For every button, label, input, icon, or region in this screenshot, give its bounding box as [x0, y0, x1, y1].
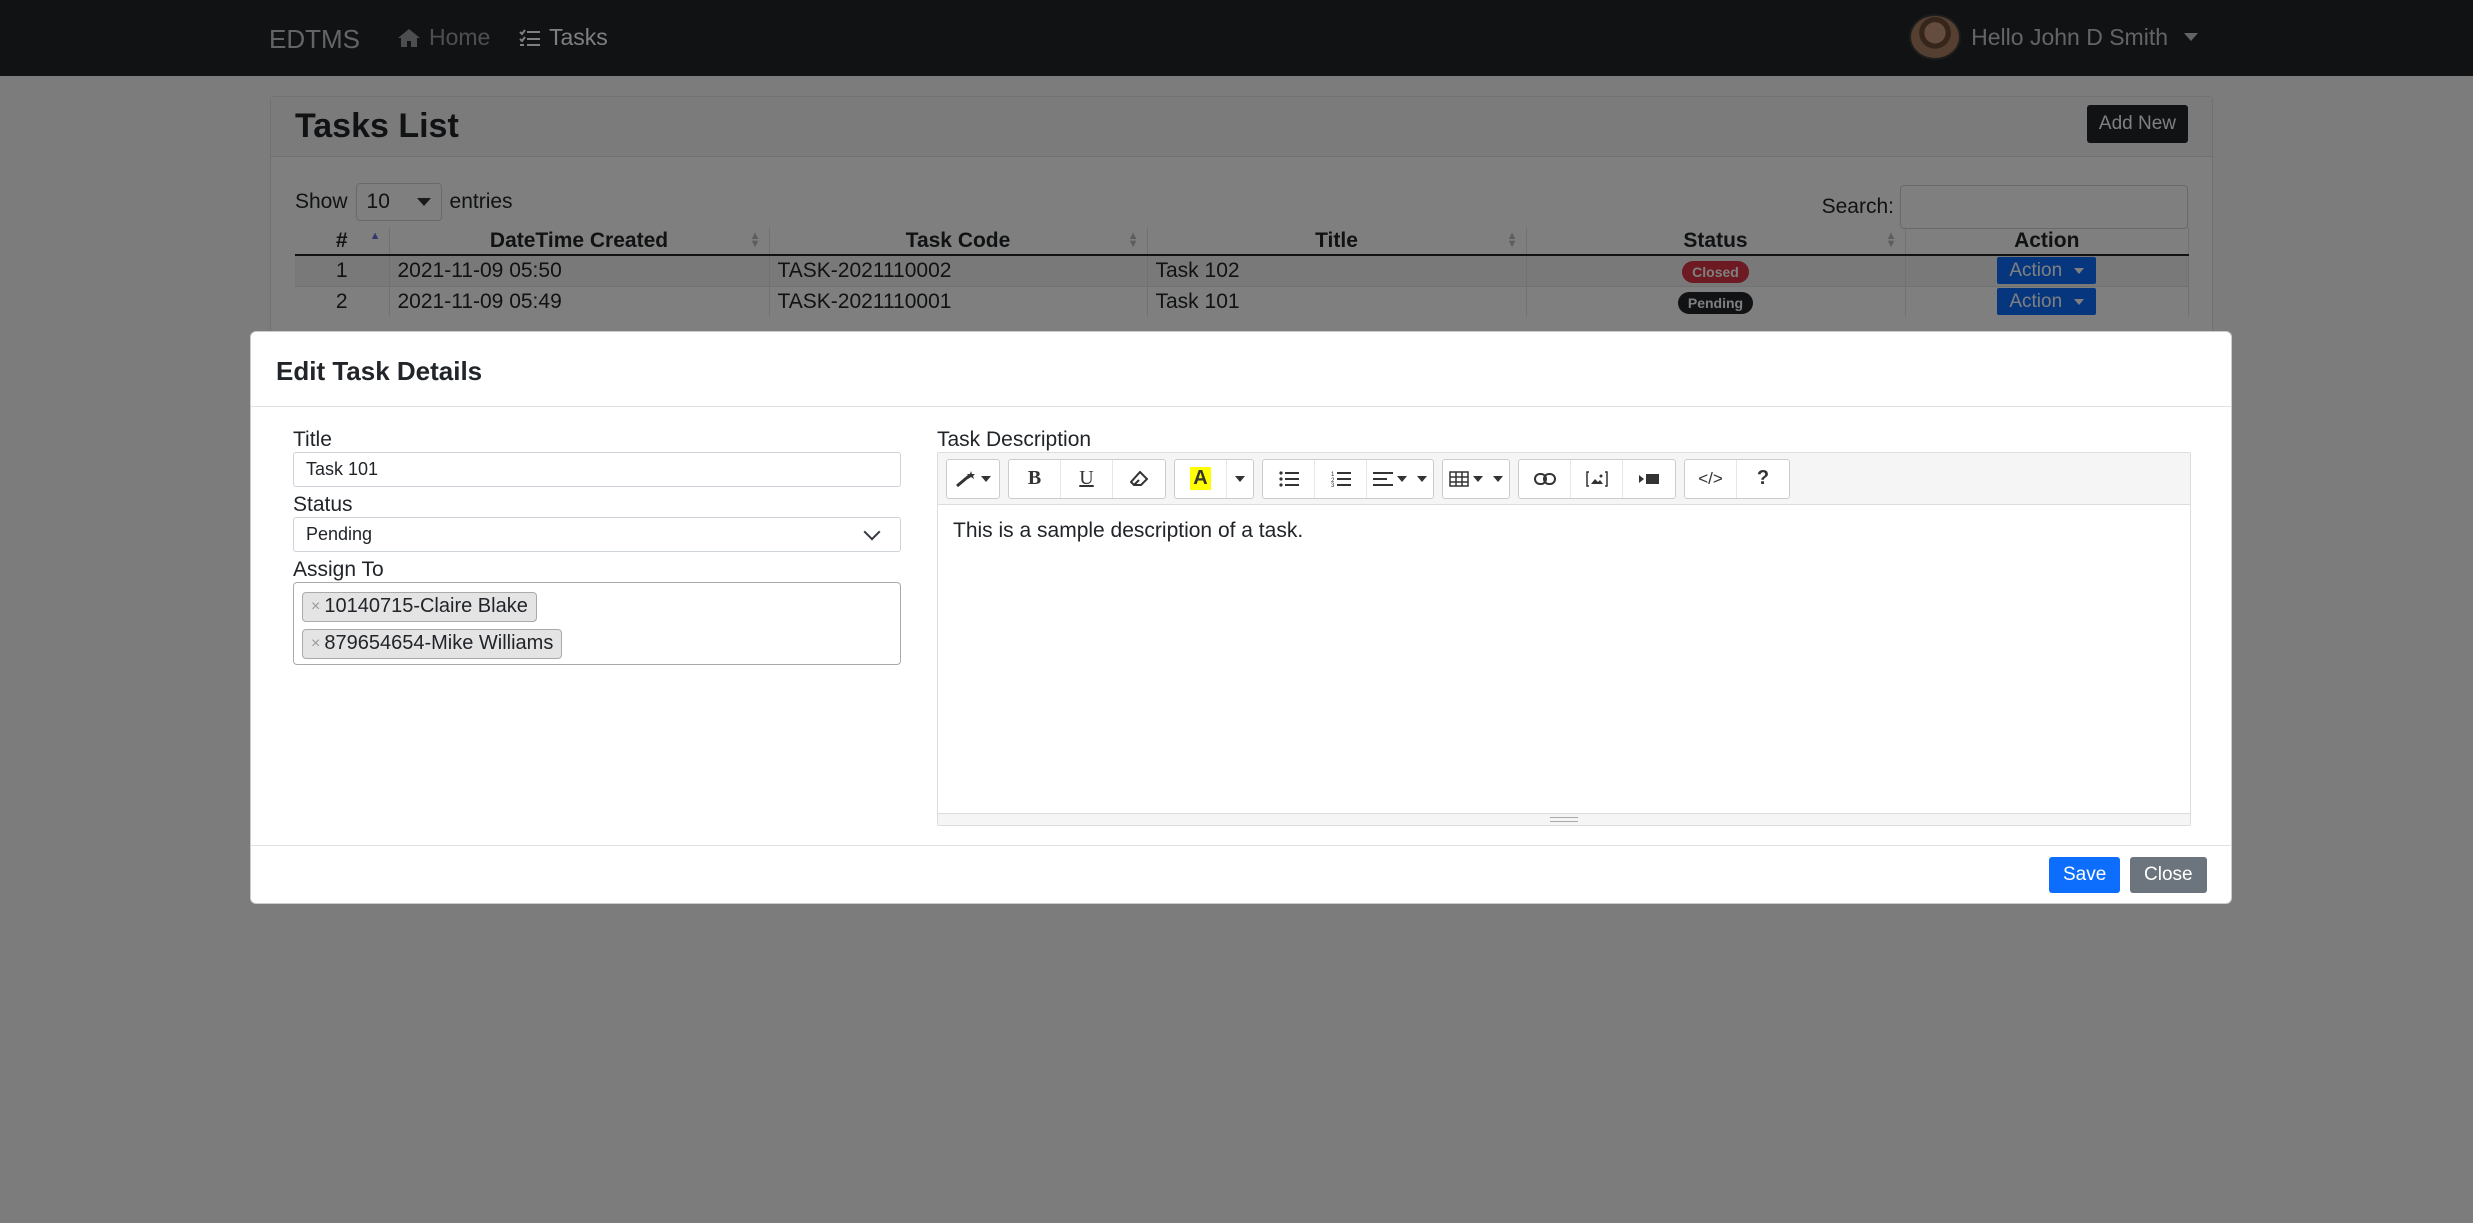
remove-icon[interactable]: ×	[311, 635, 320, 653]
table-button[interactable]	[1443, 460, 1509, 498]
bullet-list-icon	[1278, 470, 1299, 487]
close-button[interactable]: Close	[2130, 857, 2207, 893]
assignee-chip: × 10140715-Claire Blake	[302, 591, 537, 622]
task-form: Title Task 101 Status Pending Assign To …	[293, 428, 901, 665]
chevron-down-icon	[863, 523, 881, 540]
modal-footer: Save Close	[251, 845, 2231, 904]
modal-title: Edit Task Details	[276, 356, 483, 386]
link-icon	[1533, 472, 1556, 485]
underline-icon: U	[1079, 467, 1094, 489]
modal-header: Edit Task Details	[251, 332, 2231, 407]
description-editor[interactable]: This is a sample description of a task.	[938, 505, 2190, 813]
underline-button[interactable]: U	[1061, 459, 1113, 498]
magic-wand-icon	[956, 470, 975, 487]
highlight-icon: A	[1190, 467, 1211, 490]
video-icon	[1639, 473, 1659, 484]
status-label: Status	[293, 493, 353, 516]
title-label: Title	[293, 428, 332, 451]
paragraph-align-button[interactable]	[1367, 460, 1433, 498]
link-button[interactable]	[1519, 459, 1571, 498]
title-input[interactable]: Task 101	[293, 452, 901, 487]
image-button[interactable]	[1571, 459, 1623, 498]
code-view-button[interactable]: </>	[1685, 459, 1737, 498]
numbered-list-icon: 123	[1331, 471, 1351, 487]
numbered-list-button[interactable]: 123	[1315, 459, 1367, 498]
remove-icon[interactable]: ×	[311, 598, 320, 616]
save-button[interactable]: Save	[2049, 857, 2121, 893]
assignee-chip: × 879654654-Mike Williams	[302, 628, 563, 659]
code-icon: </>	[1698, 468, 1723, 488]
editor-toolbar: B U A 123 </> ?	[938, 453, 2190, 505]
highlight-dropdown[interactable]	[1227, 460, 1253, 498]
status-select[interactable]: Pending	[293, 517, 901, 552]
bold-button[interactable]: B	[1009, 459, 1061, 498]
video-button[interactable]	[1623, 460, 1675, 498]
help-icon: ?	[1756, 467, 1770, 489]
description-section: Task Description B U A 1 2 3 </> ? This …	[937, 428, 2191, 826]
assign-to-label: Assign To	[293, 558, 384, 581]
style-button[interactable]	[947, 460, 999, 498]
clear-format-button[interactable]	[1113, 460, 1165, 498]
task-description-label: Task Description	[937, 428, 1092, 451]
edit-task-modal: Edit Task Details Title Task 101 Status …	[250, 331, 2232, 904]
resize-handle-icon	[1550, 817, 1578, 822]
bullet-list-button[interactable]	[1263, 459, 1315, 498]
svg-text:3: 3	[1331, 483, 1335, 487]
bold-icon: B	[1027, 467, 1042, 489]
highlight-button[interactable]: A	[1175, 459, 1227, 498]
status-value: Pending	[306, 524, 373, 544]
help-button[interactable]: ?	[1737, 460, 1789, 498]
image-icon	[1585, 470, 1608, 487]
assignee-label: 10140715-Claire Blake	[324, 595, 528, 617]
editor-resize-bar[interactable]	[938, 813, 2190, 825]
table-icon	[1449, 470, 1469, 487]
assign-to-select[interactable]: × 10140715-Claire Blake × 879654654-Mike…	[293, 582, 901, 665]
assignee-label: 879654654-Mike Williams	[324, 632, 554, 654]
rich-text-editor: B U A 123 </> ? This is a sample descrip…	[937, 452, 2191, 826]
align-left-icon	[1373, 471, 1393, 486]
eraser-icon	[1130, 470, 1148, 486]
